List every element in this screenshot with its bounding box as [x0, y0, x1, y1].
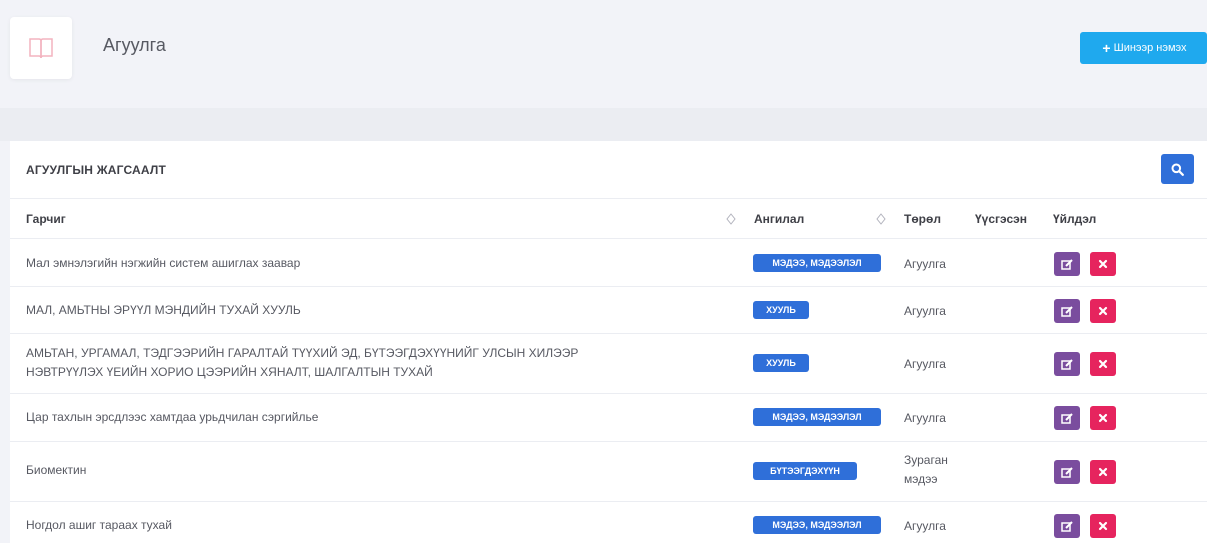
- row-divider: [10, 441, 1207, 442]
- category-badge: ХУУЛЬ: [753, 301, 809, 319]
- card-title: АГУУЛГЫН ЖАГСААЛТ: [26, 163, 167, 177]
- row-title[interactable]: МАЛ, АМЬТНЫ ЭРҮҮЛ МЭНДИЙН ТУХАЙ ХУУЛЬ: [26, 301, 301, 320]
- close-icon: [1098, 359, 1108, 369]
- edit-button[interactable]: [1054, 460, 1080, 484]
- row-type-line2: мэдээ: [904, 472, 938, 486]
- row-type: Агуулга: [904, 519, 946, 533]
- edit-button[interactable]: [1054, 352, 1080, 376]
- content-list-card: АГУУЛГЫН ЖАГСААЛТ Гарчиг Ангилал Төрөл Ү…: [10, 141, 1207, 543]
- edit-icon: [1060, 466, 1073, 478]
- close-icon: [1098, 259, 1108, 269]
- close-icon: [1098, 467, 1108, 477]
- row-divider: [10, 393, 1207, 394]
- category-badge: ХУУЛЬ: [753, 354, 809, 372]
- card-header: АГУУЛГЫН ЖАГСААЛТ: [10, 141, 1207, 199]
- search-icon: [1171, 163, 1184, 176]
- column-header-type: Төрөл: [904, 212, 941, 226]
- edit-icon: [1060, 412, 1073, 424]
- row-title[interactable]: Цар тахлын эрсдлээс хамтдаа урьдчилан сэ…: [26, 408, 318, 427]
- edit-icon: [1060, 258, 1073, 270]
- page-title: Агуулга: [103, 35, 166, 55]
- header-divider: [10, 238, 1207, 239]
- category-badge: БҮТЭЭГДЭХҮҮН: [753, 462, 857, 480]
- header-band: [0, 108, 1207, 141]
- delete-button[interactable]: [1090, 299, 1116, 323]
- column-header-title[interactable]: Гарчиг: [26, 199, 66, 239]
- plus-icon: +: [1102, 40, 1111, 56]
- column-header-actions: Үйлдэл: [1053, 212, 1097, 226]
- delete-button[interactable]: [1090, 406, 1116, 430]
- row-divider: [10, 333, 1207, 334]
- row-title-line2[interactable]: НЭВТРҮҮЛЭХ ҮЕИЙН ХОРИО ЦЭЭРИЙН ХЯНАЛТ, Ш…: [26, 363, 433, 382]
- book-icon: [29, 38, 53, 59]
- delete-button[interactable]: [1090, 352, 1116, 376]
- row-type: Агуулга: [904, 411, 946, 425]
- row-divider: [10, 501, 1207, 502]
- add-new-button[interactable]: + Шинээр нэмэх: [1080, 32, 1207, 64]
- category-badge: МЭДЭЭ, МЭДЭЭЛЭЛ: [753, 408, 881, 426]
- row-title[interactable]: Мал эмнэлэгийн нэгжийн систем ашиглах за…: [26, 254, 300, 273]
- edit-button[interactable]: [1054, 514, 1080, 538]
- delete-button[interactable]: [1090, 514, 1116, 538]
- edit-button[interactable]: [1054, 299, 1080, 323]
- delete-button[interactable]: [1090, 460, 1116, 484]
- edit-icon: [1060, 520, 1073, 532]
- row-title[interactable]: Ногдол ашиг тараах тухай: [26, 516, 172, 535]
- edit-button[interactable]: [1054, 406, 1080, 430]
- sort-icon[interactable]: [726, 213, 736, 225]
- close-icon: [1098, 306, 1108, 316]
- row-divider: [10, 286, 1207, 287]
- row-title[interactable]: АМЬТАН, УРГАМАЛ, ТЭДГЭЭРИЙН ГАРАЛТАЙ ТҮҮ…: [26, 344, 578, 363]
- add-new-button-label: Шинээр нэмэх: [1113, 42, 1187, 54]
- row-type: Зураган: [904, 453, 948, 467]
- edit-icon: [1060, 305, 1073, 317]
- category-badge: МЭДЭЭ, МЭДЭЭЛЭЛ: [753, 516, 881, 534]
- row-title[interactable]: Биомектин: [26, 461, 86, 480]
- row-type: Агуулга: [904, 304, 946, 318]
- row-type: Агуулга: [904, 357, 946, 371]
- sort-icon[interactable]: [876, 213, 886, 225]
- search-button[interactable]: [1161, 154, 1194, 184]
- column-header-created: Үүсгэсэн: [975, 212, 1028, 226]
- page-header: Агуулга + Шинээр нэмэх: [0, 0, 1207, 108]
- page-icon-box: [10, 17, 72, 79]
- category-badge: МЭДЭЭ, МЭДЭЭЛЭЛ: [753, 254, 881, 272]
- delete-button[interactable]: [1090, 252, 1116, 276]
- edit-button[interactable]: [1054, 252, 1080, 276]
- edit-icon: [1060, 358, 1073, 370]
- close-icon: [1098, 521, 1108, 531]
- column-header-category[interactable]: Ангилал: [754, 199, 804, 239]
- close-icon: [1098, 413, 1108, 423]
- row-type: Агуулга: [904, 257, 946, 271]
